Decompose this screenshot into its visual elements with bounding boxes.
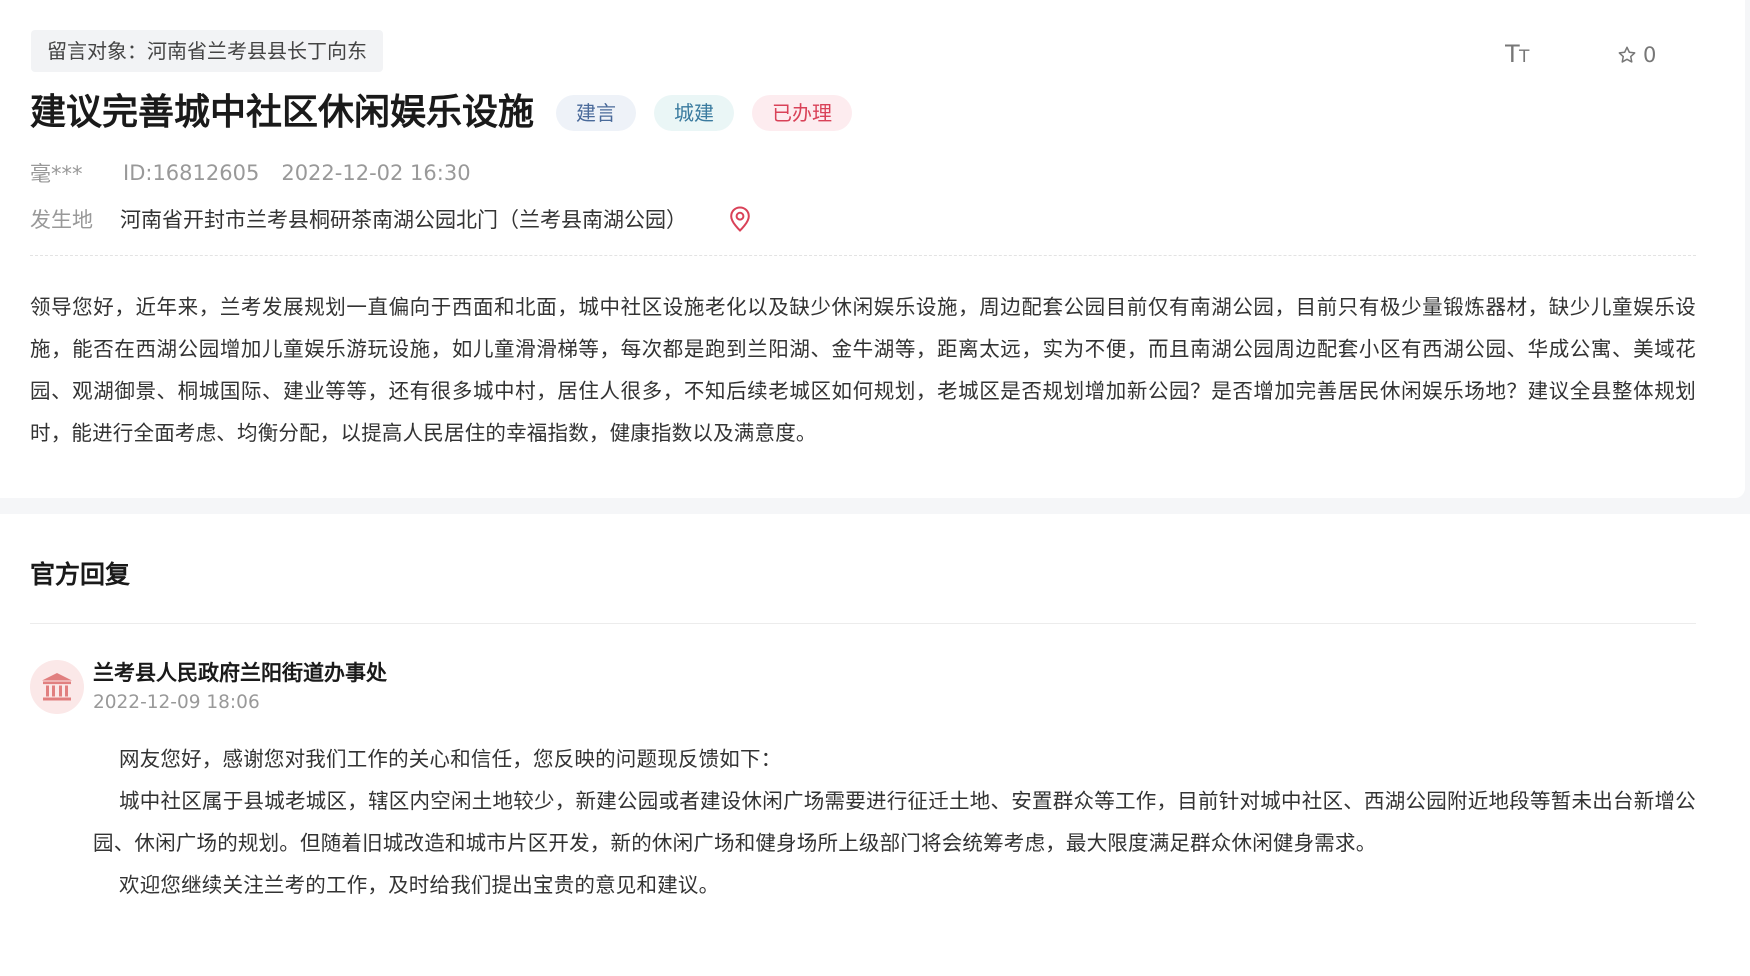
reply-body: 网友您好，感谢您对我们工作的关心和信任，您反映的问题现反馈如下： 城中社区属于县… — [93, 738, 1696, 906]
reply-paragraph: 网友您好，感谢您对我们工作的关心和信任，您反映的问题现反馈如下： — [119, 747, 782, 771]
font-size-icon[interactable]: T T — [1504, 38, 1537, 68]
post-id: ID:16812605 — [123, 161, 260, 185]
svg-text:T: T — [1518, 47, 1530, 67]
author-name: 毫*** — [30, 162, 83, 186]
favorite-count: 0 — [1643, 43, 1657, 67]
category-tag: 建言 — [556, 95, 636, 131]
message-target: 留言对象：河南省兰考县县长丁向东 — [31, 30, 383, 72]
page-title: 建议完善城中社区休闲娱乐设施 — [30, 92, 535, 133]
location-label: 发生地 — [30, 208, 93, 232]
divider — [30, 255, 1696, 256]
post-meta: 毫*** ID:16812605 2022-12-02 16:30 — [30, 158, 471, 188]
map-pin-icon[interactable] — [729, 206, 751, 232]
divider — [30, 623, 1696, 624]
star-icon — [1617, 45, 1637, 65]
reply-datetime: 2022-12-09 18:06 — [93, 692, 260, 713]
location-row: 发生地 河南省开封市兰考县桐研茶南湖公园北门（兰考县南湖公园） — [30, 203, 751, 235]
reply-heading: 官方回复 — [30, 560, 131, 589]
reply-paragraph: 城中社区属于县城老城区，辖区内空闲土地较少，新建公园或者建设休闲广场需要进行征迁… — [93, 789, 1696, 855]
message-content: 领导您好，近年来，兰考发展规划一直偏向于西面和北面，城中社区设施老化以及缺少休闲… — [30, 295, 1696, 445]
reply-org-name: 兰考县人民政府兰阳街道办事处 — [93, 661, 387, 685]
field-tag: 城建 — [654, 95, 734, 131]
status-badge: 已办理 — [752, 95, 852, 131]
location-text: 河南省开封市兰考县桐研茶南湖公园北门（兰考县南湖公园） — [120, 208, 687, 232]
post-datetime: 2022-12-02 16:30 — [281, 161, 471, 185]
tag-list: 建言 城建 已办理 — [556, 95, 852, 131]
government-building-icon — [30, 660, 84, 714]
favorite-button[interactable]: 0 — [1617, 40, 1656, 70]
reply-paragraph: 欢迎您继续关注兰考的工作，及时给我们提出宝贵的意见和建议。 — [119, 873, 720, 897]
message-card: 留言对象：河南省兰考县县长丁向东 T T 0 建议完善城中社区休闲娱乐设施 建言… — [0, 0, 1745, 498]
svg-text:T: T — [1505, 40, 1520, 68]
